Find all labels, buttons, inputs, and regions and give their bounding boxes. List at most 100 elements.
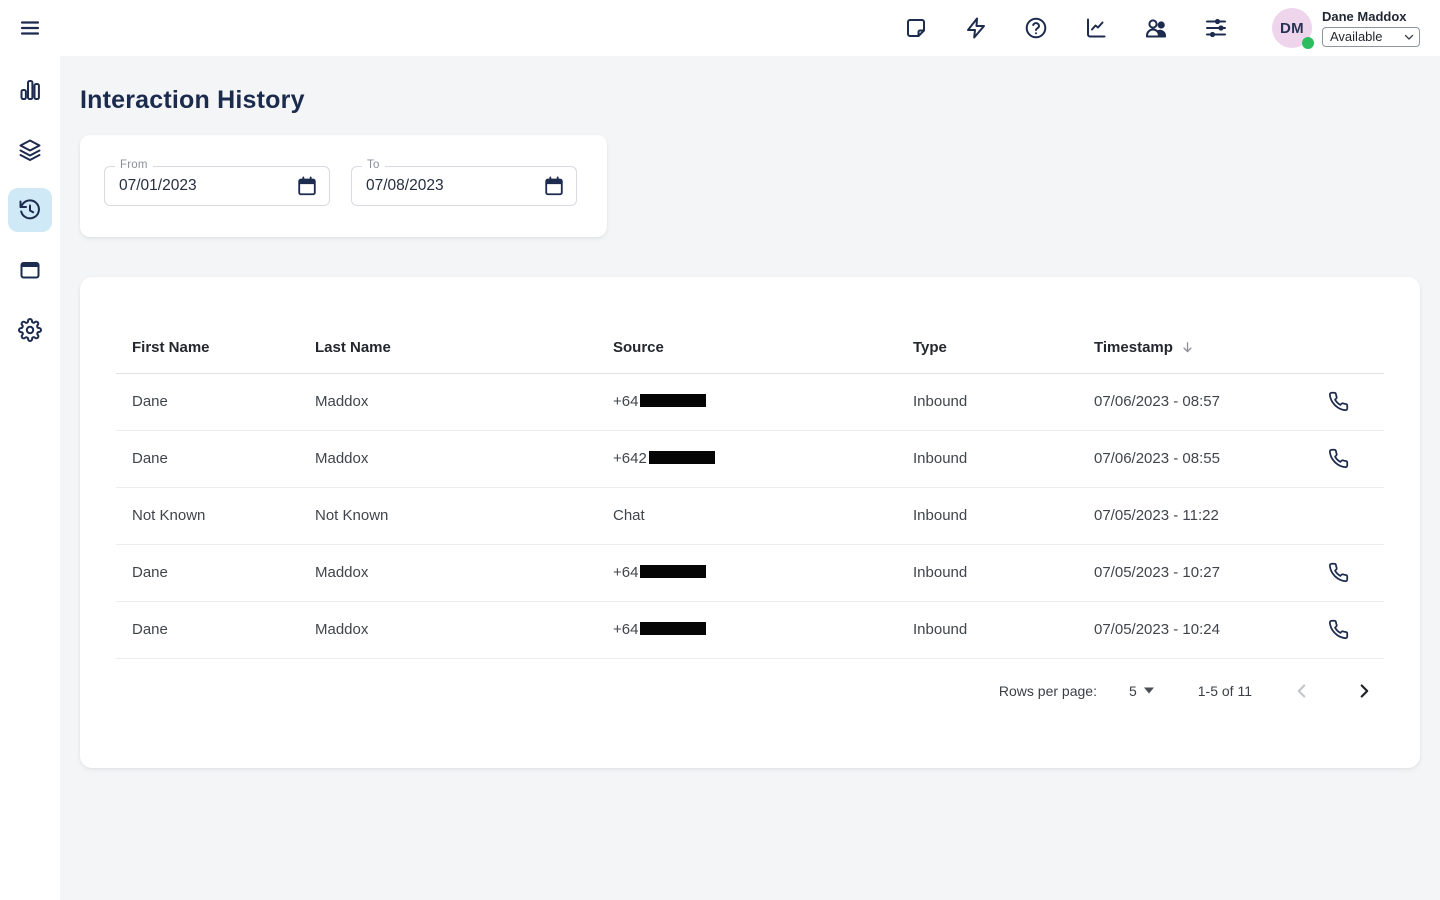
cell-source: Chat (613, 507, 645, 524)
lightning-icon (964, 16, 988, 40)
cell-last-name: Maddox (315, 393, 368, 410)
cell-first-name: Dane (132, 621, 168, 638)
from-date-value: 07/01/2023 (119, 177, 197, 195)
cell-type: Inbound (913, 507, 967, 524)
cell-last-name: Maddox (315, 621, 368, 638)
history-icon (18, 198, 42, 222)
cell-timestamp: 07/05/2023 - 11:22 (1094, 507, 1219, 524)
bar-chart-icon (18, 78, 42, 102)
column-header-type[interactable]: Type (897, 323, 1078, 373)
availability-select[interactable]: Available (1322, 27, 1420, 47)
cell-last-name: Not Known (315, 507, 388, 524)
cell-first-name: Dane (132, 450, 168, 467)
to-date-label: To (362, 159, 385, 171)
call-back-button[interactable] (1328, 619, 1349, 640)
call-back-button[interactable] (1328, 562, 1349, 583)
caret-down-icon (1144, 687, 1154, 694)
cell-type: Inbound (913, 450, 967, 467)
notes-button[interactable] (904, 16, 928, 40)
column-header-first-name[interactable]: First Name (116, 323, 299, 373)
cell-source: +64 (613, 621, 706, 638)
contacts-button[interactable] (1144, 16, 1168, 40)
call-back-button[interactable] (1328, 448, 1349, 469)
people-icon (1144, 16, 1168, 40)
cell-first-name: Dane (132, 393, 168, 410)
topbar: DM Dane Maddox Available (60, 0, 1440, 56)
column-header-source[interactable]: Source (597, 323, 897, 373)
performance-button[interactable] (1084, 16, 1108, 40)
table-row[interactable]: Not Known Not Known Chat Inbound 07/05/2… (116, 487, 1384, 544)
pagination-range: 1-5 of 11 (1198, 683, 1252, 699)
interactions-table: First Name Last Name Source Type Timesta… (116, 323, 1384, 659)
phone-icon (1328, 562, 1349, 583)
next-page-button[interactable] (1352, 679, 1376, 703)
rows-per-page-label: Rows per page: (999, 683, 1097, 699)
sidebar (0, 0, 60, 900)
to-date-value: 07/08/2023 (366, 177, 444, 195)
note-icon (904, 16, 928, 40)
column-header-last-name[interactable]: Last Name (299, 323, 597, 373)
call-back-button[interactable] (1328, 391, 1349, 412)
from-date-label: From (115, 159, 153, 171)
cell-timestamp: 07/05/2023 - 10:27 (1094, 564, 1220, 581)
user-name: Dane Maddox (1322, 9, 1420, 24)
source-text: +64 (613, 621, 638, 638)
table-row[interactable]: Dane Maddox +64 Inbound 07/06/2023 - 08:… (116, 373, 1384, 430)
interactions-table-card: First Name Last Name Source Type Timesta… (80, 277, 1420, 768)
sidebar-item-interaction-history[interactable] (8, 188, 52, 232)
line-chart-icon (1084, 16, 1108, 40)
main-content: Interaction History From 07/01/2023 To 0… (60, 56, 1440, 900)
help-icon (1024, 16, 1048, 40)
to-date-picker-button[interactable] (543, 175, 565, 197)
sort-desc-icon (1180, 340, 1195, 355)
cell-type: Inbound (913, 564, 967, 581)
presence-indicator (1302, 37, 1314, 49)
cell-source: +64 (613, 393, 706, 410)
user-info: Dane Maddox Available (1322, 9, 1420, 47)
rows-per-page-select[interactable]: 5 (1123, 682, 1160, 700)
source-text: +64 (613, 564, 638, 581)
sidebar-item-queues[interactable] (8, 128, 52, 172)
sliders-icon (1204, 16, 1228, 40)
cell-first-name: Not Known (132, 507, 205, 524)
source-text: +642 (613, 450, 647, 467)
user-avatar[interactable]: DM (1272, 8, 1312, 48)
table-header-row: First Name Last Name Source Type Timesta… (116, 323, 1384, 373)
column-header-actions (1293, 323, 1384, 373)
from-date-picker-button[interactable] (296, 175, 318, 197)
table-row[interactable]: Dane Maddox +64 Inbound 07/05/2023 - 10:… (116, 544, 1384, 601)
phone-icon (1328, 391, 1349, 412)
sidebar-item-workspace[interactable] (8, 248, 52, 292)
calendar-icon (543, 175, 565, 197)
rows-per-page-value: 5 (1129, 683, 1137, 699)
cell-first-name: Dane (132, 564, 168, 581)
preferences-button[interactable] (1204, 16, 1228, 40)
page-title: Interaction History (80, 86, 1420, 115)
table-row[interactable]: Dane Maddox +64 Inbound 07/05/2023 - 10:… (116, 601, 1384, 658)
source-text: Chat (613, 507, 645, 524)
window-icon (18, 258, 42, 282)
quick-actions-button[interactable] (964, 16, 988, 40)
from-date-field[interactable]: From 07/01/2023 (104, 166, 330, 206)
column-header-timestamp[interactable]: Timestamp (1078, 323, 1293, 373)
sidebar-nav (8, 68, 52, 352)
table-row[interactable]: Dane Maddox +642 Inbound 07/06/2023 - 08… (116, 430, 1384, 487)
topbar-icons (904, 16, 1228, 40)
cell-last-name: Maddox (315, 564, 368, 581)
help-button[interactable] (1024, 16, 1048, 40)
cell-last-name: Maddox (315, 450, 368, 467)
to-date-field[interactable]: To 07/08/2023 (351, 166, 577, 206)
previous-page-button[interactable] (1290, 679, 1314, 703)
cell-source: +642 (613, 450, 715, 467)
table-body: Dane Maddox +64 Inbound 07/06/2023 - 08:… (116, 373, 1384, 658)
calendar-icon (296, 175, 318, 197)
phone-icon (1328, 448, 1349, 469)
hamburger-menu-button[interactable] (18, 16, 42, 40)
cell-timestamp: 07/05/2023 - 10:24 (1094, 621, 1220, 638)
source-redaction (640, 622, 706, 635)
phone-icon (1328, 619, 1349, 640)
pagination: Rows per page: 5 1-5 of 11 (116, 659, 1384, 723)
sidebar-item-settings[interactable] (8, 308, 52, 352)
sidebar-item-analytics[interactable] (8, 68, 52, 112)
gear-icon (18, 318, 42, 342)
